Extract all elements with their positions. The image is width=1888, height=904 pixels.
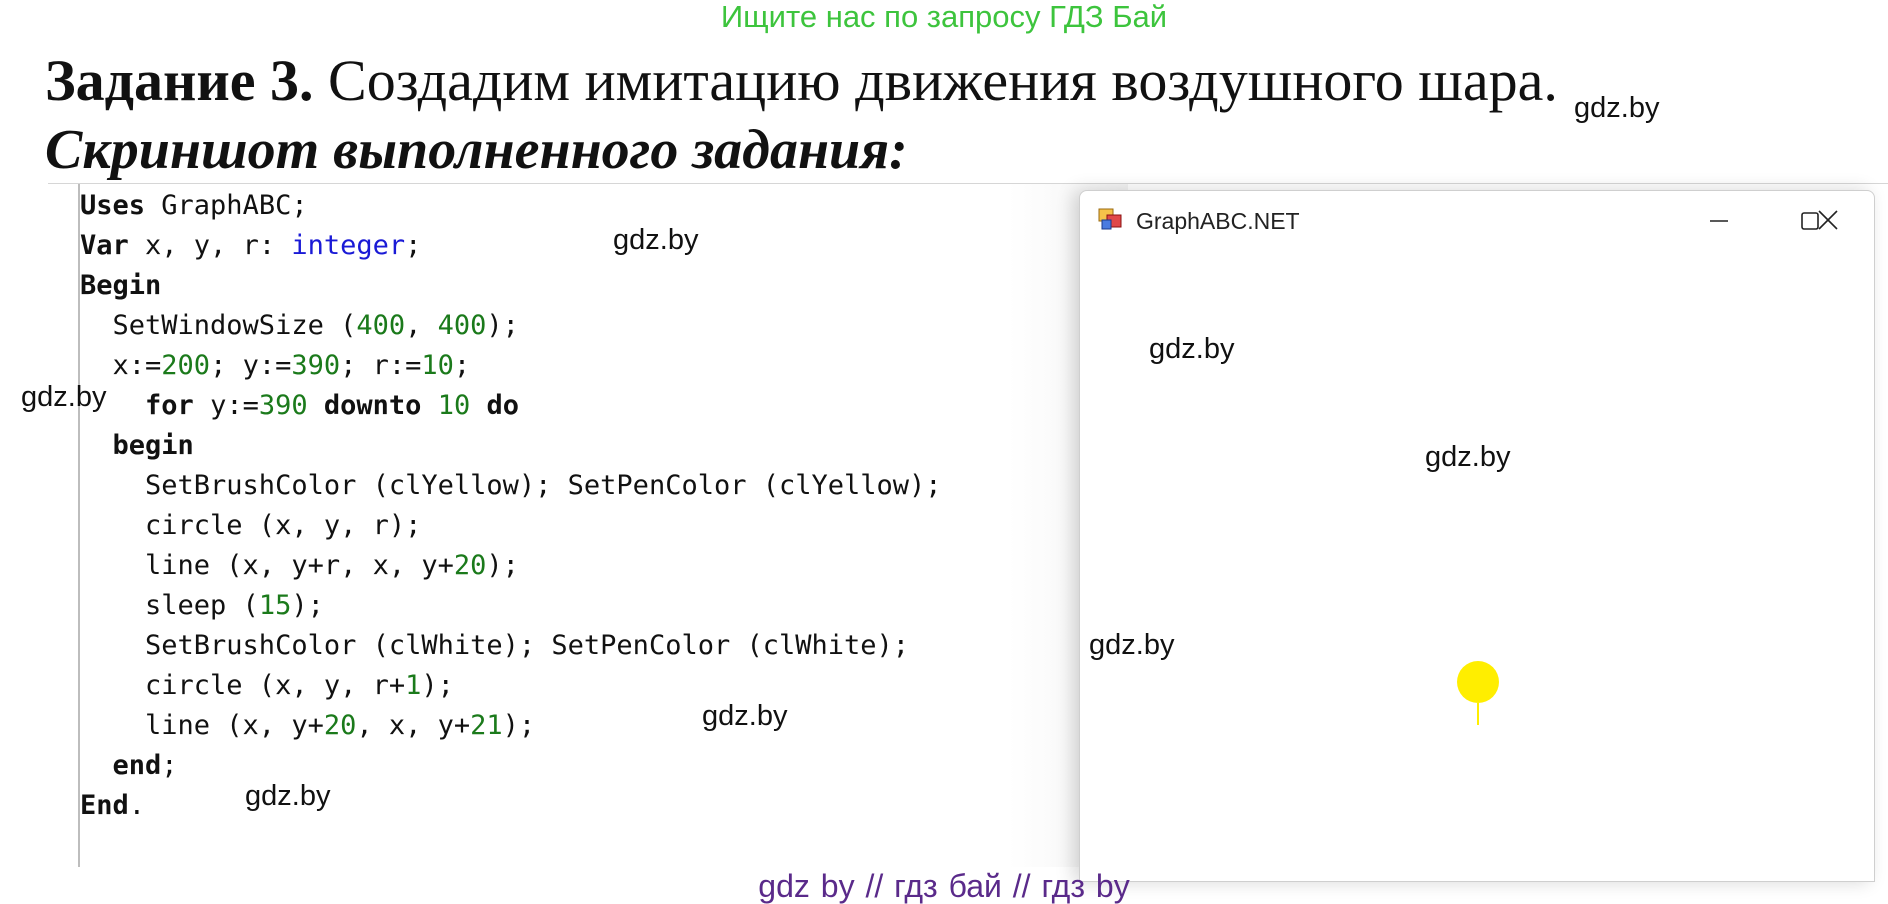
code-token: ); — [502, 710, 536, 741]
code-line: SetWindowSize (400, 400); — [80, 306, 942, 346]
code-token: 20 — [323, 710, 357, 741]
code-token: End — [80, 790, 129, 821]
code-token: SetBrushColor (clWhite); SetPenColor (cl… — [80, 630, 910, 661]
code-line: circle (x, y, r+1); — [80, 666, 942, 706]
task-heading: Задание 3. Создадим имитацию движения во… — [45, 48, 1558, 114]
watermark: gdz.by — [1089, 629, 1175, 661]
code-line: Uses GraphABC; — [80, 186, 942, 226]
code-token: sleep ( — [80, 590, 259, 621]
code-token: ); — [486, 310, 519, 341]
code-line: for y:=390 downto 10 do — [80, 386, 942, 426]
close-button[interactable] — [1792, 196, 1864, 244]
code-token: 21 — [470, 710, 503, 741]
watermark: gdz.by — [21, 381, 107, 413]
code-line: line (x, y+20, x, y+21); — [80, 706, 942, 746]
code-token: begin — [112, 430, 194, 461]
watermark: gdz.by — [1425, 441, 1511, 473]
code-token: ); — [486, 550, 519, 581]
code-token: SetWindowSize ( — [80, 310, 357, 341]
screenshot-caption: Скриншот выполненного задания: — [45, 119, 908, 181]
code-token: 400 — [356, 310, 406, 341]
code-token: downto — [323, 390, 422, 421]
code-token: line (x, y+r, x, y+ — [80, 550, 454, 581]
close-icon — [1818, 210, 1838, 230]
code-token: , x, y+ — [356, 710, 471, 741]
code-token: y:= — [193, 390, 259, 421]
code-token: , — [405, 310, 438, 341]
code-token: line (x, y+ — [80, 710, 324, 741]
graphabc-window[interactable]: GraphABC.NET — [1079, 190, 1875, 882]
code-editor[interactable]: Uses GraphABC; Var x, y, r: integer; Begin… — [80, 186, 942, 826]
code-token: SetBrushColor (clYellow); SetPenColor (c… — [80, 470, 942, 501]
minimize-button[interactable] — [1684, 197, 1754, 245]
minimize-icon — [1710, 220, 1728, 222]
window-titlebar[interactable]: GraphABC.NET — [1080, 191, 1874, 251]
code-line: x:=200; y:=390; r:=10; — [80, 346, 942, 386]
code-token: 200 — [161, 350, 211, 381]
code-token: Uses — [80, 190, 146, 221]
code-token: end — [112, 750, 162, 781]
watermark: gdz.by — [613, 224, 699, 256]
code-token: 400 — [437, 310, 487, 341]
watermark: gdz.by — [702, 700, 788, 732]
watermark: gdz.by — [1149, 333, 1235, 365]
code-line: line (x, y+r, x, y+20); — [80, 546, 942, 586]
code-line: circle (x, y, r); — [80, 506, 942, 546]
window-title: GraphABC.NET — [1136, 208, 1300, 234]
code-token: ; r:= — [340, 350, 422, 381]
code-line: SetBrushColor (clYellow); SetPenColor (c… — [80, 466, 942, 506]
code-token: 10 — [421, 350, 454, 381]
code-token: for — [145, 390, 194, 421]
search-banner: Ищите нас по запросу ГДЗ Бай — [720, 0, 1168, 34]
code-line: sleep (15); — [80, 586, 942, 626]
code-token: ; y:= — [210, 350, 292, 381]
app-icon — [1098, 208, 1122, 230]
code-line: begin — [80, 426, 942, 466]
code-token: x, y, r: — [128, 230, 292, 261]
code-token: do — [486, 390, 519, 421]
code-line: Begin — [80, 266, 942, 306]
code-token: ); — [291, 590, 324, 621]
code-token: 390 — [258, 390, 308, 421]
code-token: 390 — [291, 350, 341, 381]
code-line: Var x, y, r: integer; — [80, 226, 942, 266]
code-token: 20 — [453, 550, 487, 581]
code-token: Begin — [80, 270, 162, 301]
code-token: 10 — [437, 390, 471, 421]
code-line: SetBrushColor (clWhite); SetPenColor (cl… — [80, 626, 942, 666]
code-token: circle (x, y, r+ — [80, 670, 406, 701]
footer-watermark: gdz by // гдз бай // гдз by — [758, 868, 1130, 904]
task-text: Создадим имитацию движения воздушного ша… — [313, 48, 1558, 113]
watermark: gdz.by — [245, 780, 331, 812]
code-token: x:= — [80, 350, 162, 381]
task-number: Задание 3. — [45, 48, 314, 113]
watermark: gdz.by — [1574, 92, 1660, 124]
code-token: ; — [405, 230, 422, 261]
code-token: Var — [80, 230, 129, 261]
code-token: . — [128, 790, 146, 821]
code-token: 15 — [258, 590, 292, 621]
code-line: End. — [80, 786, 942, 826]
code-token: ; — [453, 350, 471, 381]
code-token: 1 — [405, 670, 422, 701]
balloon-circle — [1457, 661, 1499, 703]
code-token: ); — [421, 670, 454, 701]
code-token: integer — [291, 230, 406, 261]
code-token: circle (x, y, r); — [80, 510, 422, 541]
code-token: GraphABC; — [145, 190, 308, 221]
code-line: end; — [80, 746, 942, 786]
code-token: ; — [161, 750, 178, 781]
